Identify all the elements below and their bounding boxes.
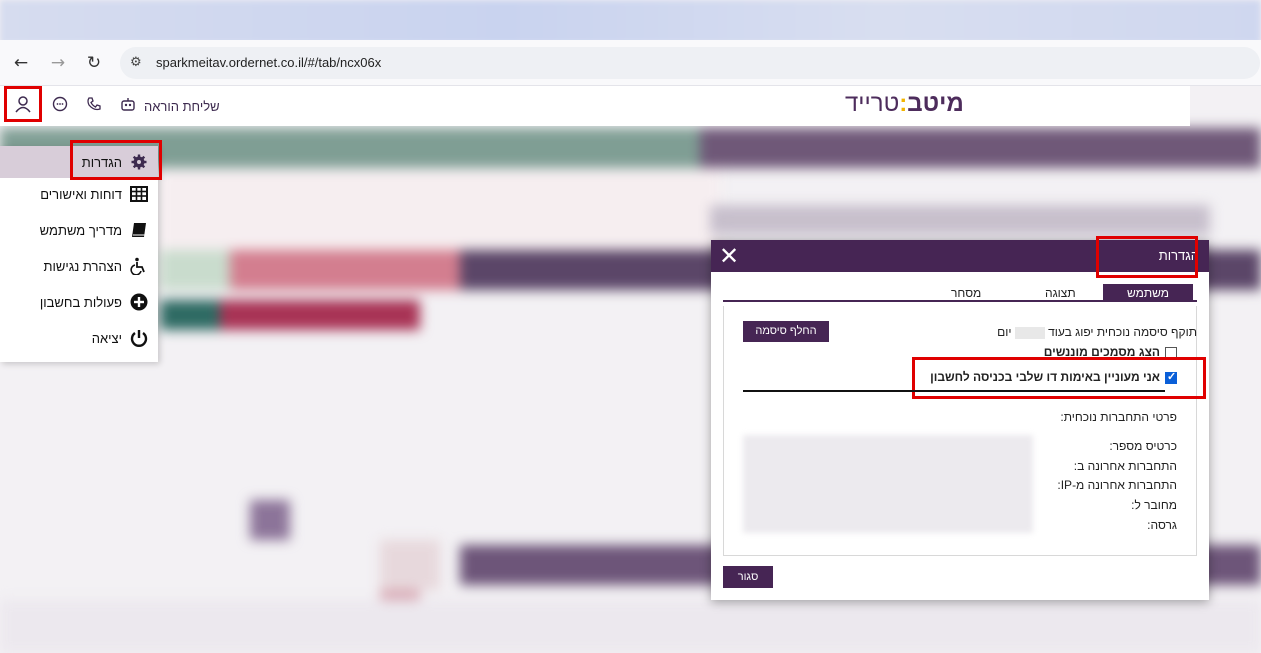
user-icon [15, 96, 31, 113]
send-order-link[interactable]: שליחת הוראה [144, 99, 220, 114]
meitav-trade-logo: מיטב:טרייד [845, 90, 964, 117]
sidebar-item-logout[interactable]: יציאה [92, 323, 150, 353]
book-icon [128, 219, 150, 241]
app-header: שליחת הוראה מיטב:טרייד [0, 86, 1190, 126]
user-menu-button[interactable] [4, 86, 42, 122]
password-expiry-unit: יום [997, 325, 1012, 339]
sidebar-item-account-actions[interactable]: פעולות בחשבון [40, 287, 150, 317]
phone-icon[interactable] [86, 96, 102, 116]
settings-dialog: ✕ הגדרות מסחר תצוגה משתמש תוקף סיסמה נוכ… [711, 236, 1209, 600]
site-settings-icon[interactable]: ⚙ [130, 55, 142, 70]
divider [743, 390, 1165, 392]
field-card-number: כרטיס מספר: [1109, 439, 1177, 453]
sidebar-item-label: פעולות בחשבון [39, 294, 122, 310]
change-password-button[interactable]: החלף סיסמה [743, 321, 829, 342]
forward-icon[interactable]: → [46, 52, 70, 76]
sidebar-item-label: דוחות ואישורים [40, 186, 122, 202]
field-last-login-ip: התחברות אחרונה מ-IP: [1057, 478, 1177, 492]
password-expiry-row: תוקף סיסמה נוכחית יפוג בעוד יום [997, 325, 1197, 339]
highlight-box-user-tab [1096, 236, 1198, 278]
user-side-menu: הגדרות דוחות ואישורים מדריך משתמש הצהרת … [0, 140, 162, 362]
back-icon[interactable]: ← [9, 52, 33, 76]
sidebar-item-reports[interactable]: דוחות ואישורים [40, 179, 150, 209]
browser-toolbar: ← → ↻ ⚙ sparkmeitav.ordernet.co.il/#/tab… [0, 40, 1261, 86]
browser-tab-strip [0, 0, 1261, 44]
wheelchair-icon [128, 255, 150, 277]
sidebar-item-label: יציאה [91, 330, 122, 346]
redacted-connection-values [743, 435, 1033, 533]
address-bar[interactable]: ⚙ sparkmeitav.ordernet.co.il/#/tab/ncx06… [120, 47, 1260, 79]
power-icon [128, 327, 150, 349]
sidebar-item-accessibility[interactable]: הצהרת נגישות [44, 251, 151, 281]
sidebar-item-label: הצהרת נגישות [43, 258, 123, 274]
reload-icon[interactable]: ↻ [82, 52, 106, 76]
field-connected-to: מחובר ל: [1131, 498, 1177, 512]
close-button[interactable]: סגור [723, 566, 773, 588]
settings-tabs: מסחר תצוגה משתמש [723, 280, 1197, 302]
sidebar-item-label: מדריך משתמש [39, 222, 122, 238]
plus-circle-icon [128, 291, 150, 313]
close-icon[interactable]: ✕ [719, 243, 739, 269]
url-text[interactable]: sparkmeitav.ordernet.co.il/#/tab/ncx06x [156, 55, 381, 70]
tab-trading[interactable]: מסחר [951, 286, 981, 300]
current-connection-title: פרטי התחברות נוכחית: [1060, 410, 1177, 424]
highlight-box-settings [70, 140, 162, 180]
robot-icon[interactable] [120, 96, 136, 116]
field-version: גרסה: [1147, 518, 1177, 532]
tab-user[interactable]: משתמש [1103, 284, 1193, 302]
field-last-login-at: התחברות אחרונה ב: [1073, 459, 1177, 473]
highlight-box-two-factor [912, 357, 1206, 399]
redacted-days [1014, 326, 1045, 339]
chat-icon[interactable] [52, 96, 68, 116]
tab-display[interactable]: תצוגה [1045, 286, 1076, 300]
table-icon [128, 183, 150, 205]
sidebar-item-user-guide[interactable]: מדריך משתמש [40, 215, 150, 245]
password-expiry-text: תוקף סיסמה נוכחית יפוג בעוד [1048, 325, 1197, 339]
